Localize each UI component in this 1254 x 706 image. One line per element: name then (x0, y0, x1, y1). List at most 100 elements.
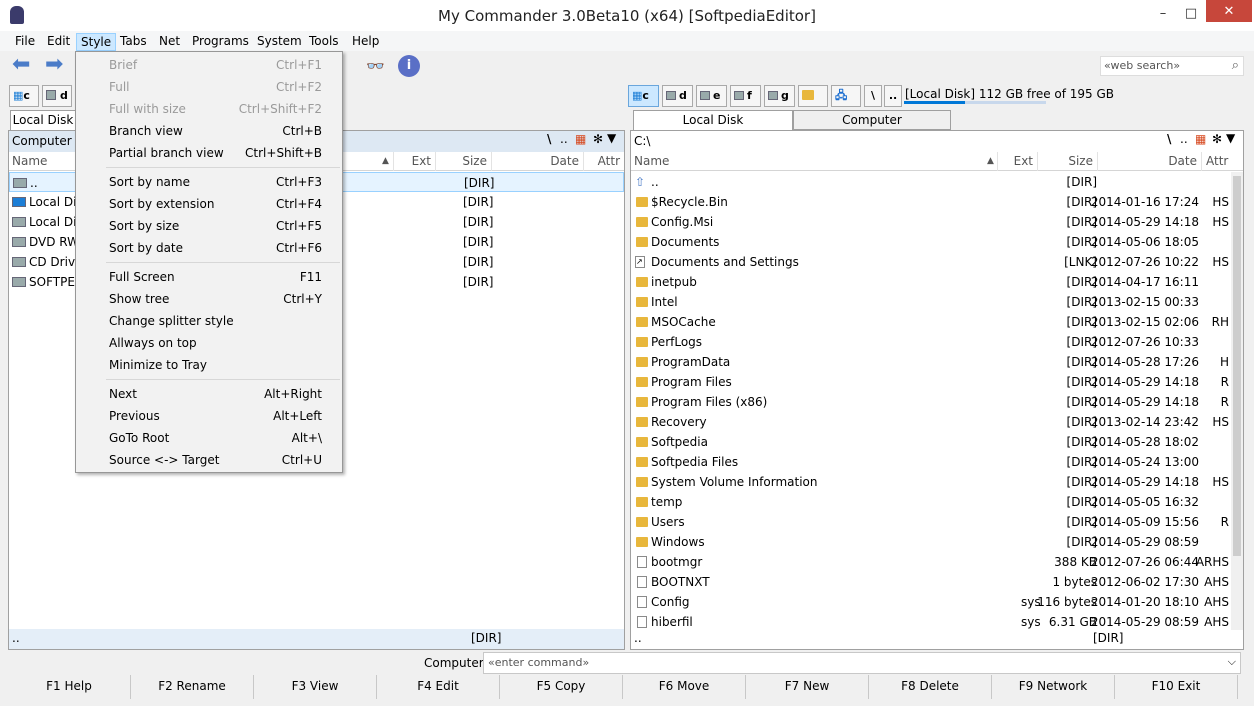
header-date[interactable]: Date (491, 152, 583, 171)
dropdown-arrow-icon[interactable]: ▼ (607, 131, 616, 145)
right-tab-local-disk[interactable]: Local Disk (633, 110, 793, 130)
fkey-9-button[interactable]: F9 Network (992, 675, 1115, 699)
fkey-1-button[interactable]: F1 Help (8, 675, 131, 699)
right-drive-g[interactable]: g (764, 85, 795, 107)
table-row[interactable]: Softpedia Files [DIR] 2014-05-24 13:00 (631, 452, 1231, 472)
search-icon[interactable]: ⌕ (1232, 58, 1239, 73)
right-drive-f[interactable]: f (730, 85, 761, 107)
fkey-3-button[interactable]: F3 View (254, 675, 377, 699)
header-date[interactable]: Date (1097, 152, 1201, 171)
maximize-button[interactable]: □ (1178, 2, 1204, 26)
table-row[interactable]: Config sys 116 bytes 2014-01-20 18:10 AHS (631, 592, 1231, 612)
binoculars-icon[interactable]: 👓 (366, 57, 388, 75)
table-row[interactable]: inetpub [DIR] 2014-04-17 16:11 (631, 272, 1231, 292)
menu-item-change-splitter-style[interactable]: Change splitter style (76, 310, 342, 332)
header-name[interactable]: Name (634, 152, 669, 170)
table-row[interactable]: ↗ Documents and Settings [LNK] 2012-07-26 1… (631, 252, 1231, 272)
fkey-5-button[interactable]: F5 Copy (500, 675, 623, 699)
table-row[interactable]: Recovery [DIR] 2013-02-14 23:42 HS (631, 412, 1231, 432)
header-size[interactable]: Size (1037, 152, 1097, 171)
menu-item-allways-on-top[interactable]: Allways on top (76, 332, 342, 354)
menu-item-show-tree[interactable]: Show tree Ctrl+Y (76, 288, 342, 310)
menu-item-partial-branch-view[interactable]: Partial branch view Ctrl+Shift+B (76, 142, 342, 164)
table-row[interactable]: $Recycle.Bin [DIR] 2014-01-16 17:24 HS (631, 192, 1231, 212)
menu-item-branch-view[interactable]: Branch view Ctrl+B (76, 120, 342, 142)
fkey-10-button[interactable]: F10 Exit (1115, 675, 1238, 699)
forward-arrow-icon[interactable]: ➡ (45, 54, 67, 76)
table-row[interactable]: MSOCache [DIR] 2013-02-15 02:06 RH (631, 312, 1231, 332)
settings-icon[interactable]: ✻ (1212, 132, 1222, 146)
table-row[interactable]: Softpedia [DIR] 2014-05-28 18:02 (631, 432, 1231, 452)
up-button[interactable]: .. (560, 132, 568, 146)
table-row[interactable]: ProgramData [DIR] 2014-05-28 17:26 H (631, 352, 1231, 372)
fkey-6-button[interactable]: F6 Move (623, 675, 746, 699)
info-icon[interactable]: i (398, 55, 420, 77)
right-drive-c[interactable]: ▦c (628, 85, 659, 107)
fkey-8-button[interactable]: F8 Delete (869, 675, 992, 699)
header-size[interactable]: Size (435, 152, 491, 171)
close-button[interactable]: ✕ (1206, 0, 1252, 22)
table-row[interactable]: ⇧.. [DIR] (631, 172, 1231, 192)
right-tab-computer[interactable]: Computer (793, 110, 951, 130)
chevron-down-icon[interactable]: ⌵ (1228, 655, 1236, 669)
web-search-box[interactable]: «web search» ⌕ (1100, 56, 1244, 76)
right-drive-e[interactable]: e (696, 85, 727, 107)
table-row[interactable]: Documents [DIR] 2014-05-06 18:05 (631, 232, 1231, 252)
settings-icon[interactable]: ✻ (593, 132, 603, 146)
minimize-button[interactable]: – (1150, 2, 1176, 26)
menu-item-sort-by-name[interactable]: Sort by name Ctrl+F3 (76, 171, 342, 193)
web-search-input[interactable]: «web search» (1104, 59, 1180, 72)
menu-item-previous[interactable]: Previous Alt+Left (76, 405, 342, 427)
menu-programs[interactable]: Programs (188, 33, 253, 51)
menu-file[interactable]: File (11, 33, 39, 51)
header-name[interactable]: Name (12, 152, 47, 170)
table-row[interactable]: BOOTNXT 1 bytes 2012-06-02 17:30 AHS (631, 572, 1231, 592)
menu-tabs[interactable]: Tabs (116, 33, 151, 51)
right-scrollbar[interactable] (1231, 172, 1243, 630)
fkey-7-button[interactable]: F7 New (746, 675, 869, 699)
menu-net[interactable]: Net (155, 33, 184, 51)
back-arrow-icon[interactable]: ⬅ (12, 54, 34, 76)
folder-open-icon[interactable] (798, 85, 828, 107)
fkey-4-button[interactable]: F4 Edit (377, 675, 500, 699)
menu-system[interactable]: System (253, 33, 306, 51)
menu-item-sort-by-date[interactable]: Sort by date Ctrl+F6 (76, 237, 342, 259)
fkey-2-button[interactable]: F2 Rename (131, 675, 254, 699)
table-row[interactable]: temp [DIR] 2014-05-05 16:32 (631, 492, 1231, 512)
left-drive-d[interactable]: d (42, 85, 72, 107)
table-row[interactable]: Windows [DIR] 2014-05-29 08:59 (631, 532, 1231, 552)
right-file-panel[interactable]: C:\ \ .. ▦ ✻ ▼ Name ▲ Ext Size Date Attr… (630, 130, 1244, 650)
header-ext[interactable]: Ext (997, 152, 1037, 171)
table-row[interactable]: Intel [DIR] 2013-02-15 00:33 (631, 292, 1231, 312)
menu-item-full-screen[interactable]: Full Screen F11 (76, 266, 342, 288)
windows-icon[interactable]: ▦ (1195, 132, 1206, 146)
up-button[interactable]: .. (1180, 132, 1188, 146)
menu-style[interactable]: Style (76, 33, 117, 51)
menu-item-next[interactable]: Next Alt+Right (76, 383, 342, 405)
scrollbar-thumb[interactable] (1233, 176, 1241, 556)
right-drive-d[interactable]: d (662, 85, 693, 107)
table-row[interactable]: hiberfil sys 6.31 GB 2014-05-29 08:59 AHS (631, 612, 1231, 630)
table-row[interactable]: Users [DIR] 2014-05-09 15:56 R (631, 512, 1231, 532)
header-attr[interactable]: Attr (583, 152, 624, 171)
parent-drive-button[interactable]: .. (884, 85, 902, 107)
left-drive-c[interactable]: ▦c (9, 85, 39, 107)
root-button[interactable]: \ (547, 132, 551, 146)
menu-item-minimize-to-tray[interactable]: Minimize to Tray (76, 354, 342, 376)
network-icon[interactable]: 🖧 (831, 85, 861, 107)
menu-item-sort-by-extension[interactable]: Sort by extension Ctrl+F4 (76, 193, 342, 215)
header-attr[interactable]: Attr (1201, 152, 1231, 171)
table-row[interactable]: bootmgr 388 KB 2012-07-26 06:44 ARHS (631, 552, 1231, 572)
table-row[interactable]: Config.Msi [DIR] 2014-05-29 14:18 HS (631, 212, 1231, 232)
menu-item-goto-root[interactable]: GoTo Root Alt+\ (76, 427, 342, 449)
root-drive-button[interactable]: \ (864, 85, 882, 107)
left-tab-local-disk[interactable]: Local Disk (10, 110, 76, 130)
menu-tools[interactable]: Tools (305, 33, 343, 51)
dropdown-arrow-icon[interactable]: ▼ (1226, 131, 1235, 145)
menu-item-sort-by-size[interactable]: Sort by size Ctrl+F5 (76, 215, 342, 237)
menu-item-source-target[interactable]: Source <-> Target Ctrl+U (76, 449, 342, 471)
table-row[interactable]: Program Files (x86) [DIR] 2014-05-29 14:18… (631, 392, 1231, 412)
table-row[interactable]: System Volume Information [DIR] 2014-05-29… (631, 472, 1231, 492)
root-button[interactable]: \ (1167, 132, 1171, 146)
windows-icon[interactable]: ▦ (575, 132, 586, 146)
